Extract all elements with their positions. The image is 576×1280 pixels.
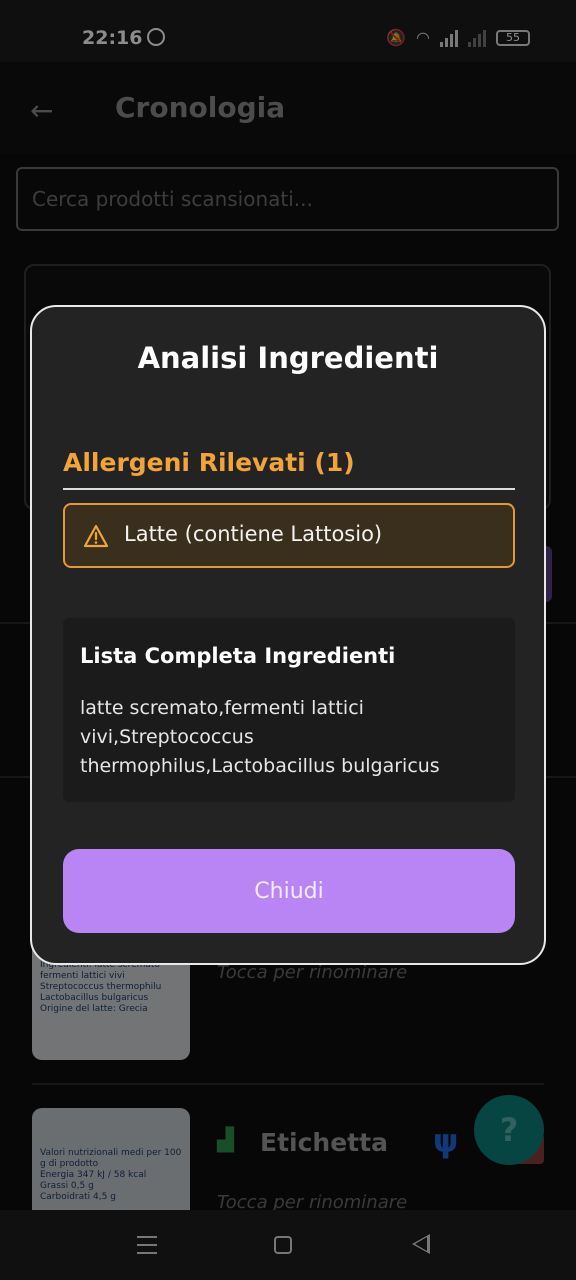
warning-icon bbox=[83, 524, 109, 548]
ingredients-heading: Lista Completa Ingredienti bbox=[80, 644, 396, 668]
system-nav-bar bbox=[0, 1210, 576, 1280]
allergen-item: Latte (contiene Lattosio) bbox=[63, 503, 515, 568]
close-button[interactable]: Chiudi bbox=[63, 849, 515, 933]
recent-apps-icon[interactable] bbox=[137, 1236, 157, 1260]
home-icon[interactable] bbox=[274, 1236, 292, 1254]
allergen-label: Latte (contiene Lattosio) bbox=[124, 522, 383, 546]
ingredients-text: latte scremato,fermenti lattici vivi,Str… bbox=[80, 697, 440, 777]
back-icon[interactable] bbox=[412, 1234, 430, 1254]
dialog-title: Analisi Ingredienti bbox=[137, 341, 439, 375]
ingredients-panel: Lista Completa Ingredienti latte scremat… bbox=[63, 618, 515, 802]
allergens-heading: Allergeni Rilevati (1) bbox=[63, 448, 355, 477]
divider bbox=[63, 488, 515, 490]
ingredients-dialog: Analisi Ingredienti Allergeni Rilevati (… bbox=[30, 305, 546, 965]
